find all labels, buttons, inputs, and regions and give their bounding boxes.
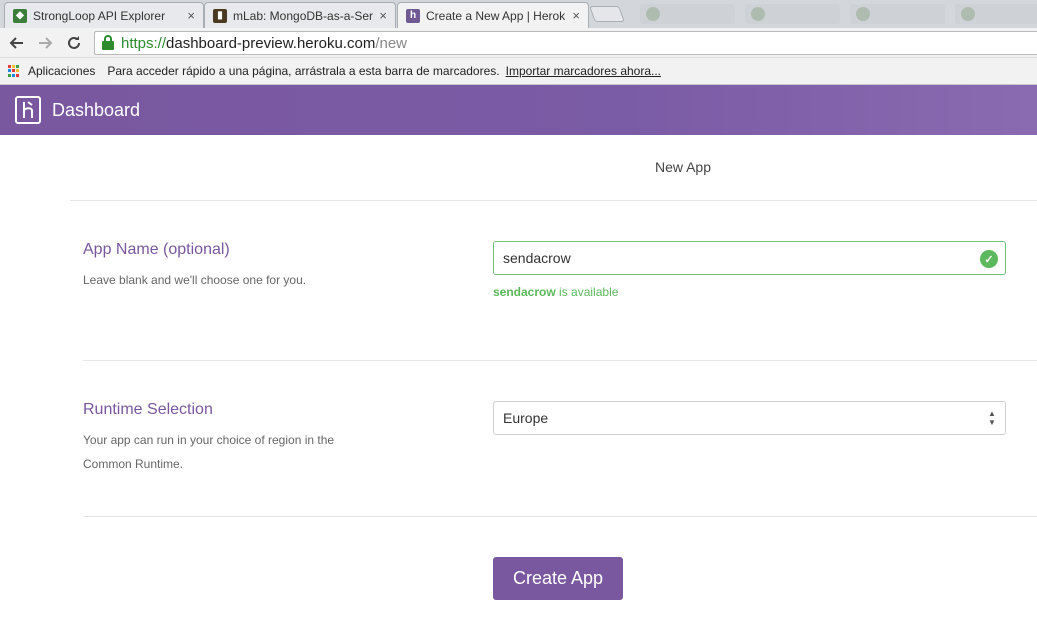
new-tab-button[interactable]: [589, 6, 625, 22]
runtime-label: Runtime Selection: [83, 401, 213, 418]
forward-arrow-icon[interactable]: [36, 33, 56, 53]
app-name-label: App Name (optional): [83, 241, 230, 258]
reload-icon[interactable]: [64, 33, 84, 53]
availability-message: sendacrow is available: [493, 285, 618, 299]
url-scheme: https://: [121, 34, 167, 52]
select-chevrons-icon: ▲ ▼: [988, 409, 996, 427]
close-tab-icon[interactable]: ×: [187, 8, 195, 23]
background-window-tab: [745, 4, 840, 24]
url-path: /new: [375, 34, 408, 52]
heroku-favicon-icon: h: [406, 8, 420, 23]
dashboard-title[interactable]: Dashboard: [52, 100, 140, 121]
apps-bookmark[interactable]: Aplicaciones: [28, 64, 95, 78]
background-window-tab: [640, 4, 735, 24]
bookmarks-bar: Aplicaciones Para acceder rápido a una p…: [0, 58, 1037, 85]
check-circle-icon: ✓: [980, 250, 998, 268]
url-input[interactable]: https://dashboard-preview.heroku.com/new: [94, 31, 1037, 55]
divider: [83, 360, 1037, 361]
page-title: New App: [654, 159, 712, 175]
import-bookmarks-link[interactable]: Importar marcadores ahora...: [506, 64, 661, 78]
app-name-help: Leave blank and we'll choose one for you…: [83, 273, 307, 287]
dashboard-header: Dashboard: [0, 85, 1037, 135]
divider: [70, 200, 1037, 201]
heroku-logo-icon[interactable]: [15, 96, 41, 124]
url-host: dashboard-preview.heroku.com: [166, 34, 376, 52]
back-arrow-icon[interactable]: [6, 33, 26, 53]
browser-tab-strip: ◆ StrongLoop API Explorer × ▮ mLab: Mong…: [0, 0, 1037, 28]
tab-title: StrongLoop API Explorer: [33, 8, 166, 23]
tab-mlab[interactable]: ▮ mLab: MongoDB-as-a-Ser ×: [204, 2, 396, 28]
available-suffix: is available: [555, 285, 619, 299]
app-name-value: sendacrow: [503, 250, 571, 266]
close-tab-icon[interactable]: ×: [572, 8, 580, 23]
divider: [83, 516, 1037, 517]
runtime-region-select[interactable]: Europe ▲ ▼: [493, 401, 1006, 435]
address-bar-row: https://dashboard-preview.heroku.com/new: [0, 28, 1037, 58]
background-window-tab: [850, 4, 945, 24]
runtime-help-line2: Common Runtime.: [83, 457, 184, 471]
tab-title: Create a New App | Herok: [426, 8, 566, 23]
tab-heroku-active[interactable]: h Create a New App | Herok ×: [397, 2, 589, 28]
available-name: sendacrow: [493, 285, 556, 299]
close-tab-icon[interactable]: ×: [379, 8, 387, 23]
mlab-favicon-icon: ▮: [213, 8, 227, 23]
lock-icon: [101, 35, 115, 51]
tab-title: mLab: MongoDB-as-a-Ser: [233, 8, 374, 23]
runtime-selected-value: Europe: [503, 410, 549, 426]
background-window-tab: [955, 4, 1037, 24]
app-name-input[interactable]: sendacrow ✓: [493, 241, 1006, 275]
tab-strongloop[interactable]: ◆ StrongLoop API Explorer ×: [4, 2, 204, 28]
bookmarks-hint: Para acceder rápido a una página, arrást…: [107, 64, 500, 78]
strongloop-favicon-icon: ◆: [13, 8, 27, 23]
apps-grid-icon[interactable]: [8, 64, 21, 78]
create-app-button[interactable]: Create App: [493, 557, 623, 600]
runtime-help-line1: Your app can run in your choice of regio…: [83, 433, 335, 447]
